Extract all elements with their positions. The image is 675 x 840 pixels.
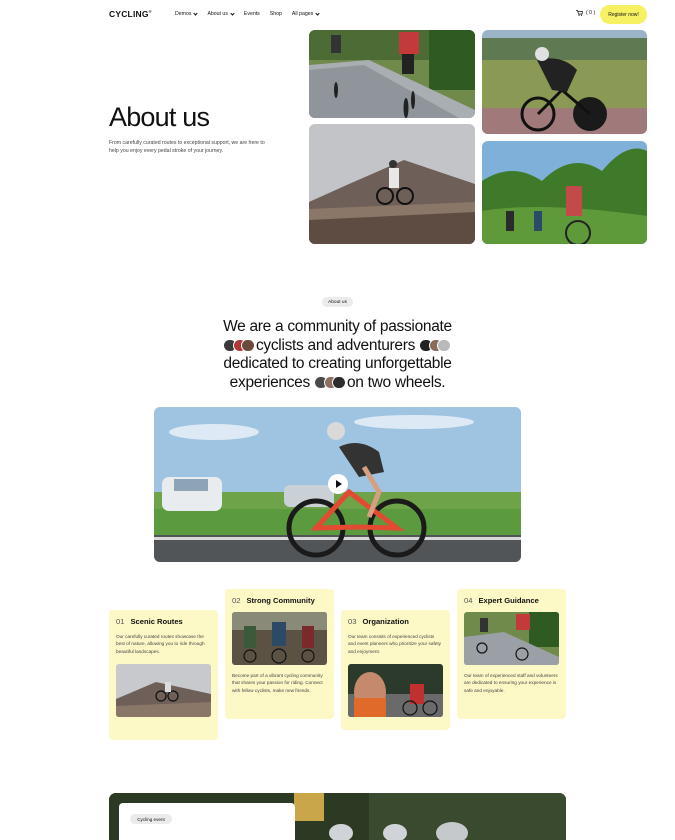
card-title: Expert Guidance	[478, 596, 539, 605]
avatar-pill	[313, 375, 346, 389]
feature-card-scenic-routes: 01 Scenic Routes Our carefully curated ro…	[109, 610, 218, 740]
card-title: Organization	[362, 617, 409, 626]
feature-card-expert-guidance: 04 Expert Guidance Our team of experience…	[457, 589, 566, 719]
nav-shop[interactable]: Shop	[270, 11, 282, 17]
photo-road-cyclists	[309, 30, 475, 118]
nav-all-pages[interactable]: All pages	[292, 10, 320, 17]
page-title: About us	[109, 102, 210, 132]
chevron-down-icon	[315, 10, 320, 16]
card-text: Our team of experienced staff and volunt…	[464, 673, 558, 693]
card-image	[348, 664, 443, 718]
main-nav: Demos About us Events Shop All pages	[175, 10, 320, 17]
cart-count: ( 0 )	[586, 10, 596, 16]
chevron-down-icon	[230, 10, 235, 16]
photo-mountain-cyclist	[309, 124, 475, 244]
chevron-down-icon	[193, 10, 199, 16]
card-number: 04	[464, 596, 473, 605]
card-title: Scenic Routes	[130, 617, 183, 626]
card-image	[464, 612, 559, 665]
nav-demos[interactable]: Demos	[175, 10, 199, 17]
card-number: 02	[232, 596, 241, 605]
mission-statement: We are a community of passionate cyclist…	[222, 318, 452, 391]
play-icon	[336, 480, 342, 488]
card-text: Our team consists of experienced cyclist…	[348, 634, 442, 654]
card-image	[232, 612, 327, 665]
card-title: Strong Community	[246, 596, 315, 605]
hero-description: From carefully curated routes to excepti…	[109, 140, 265, 154]
card-number: 03	[348, 617, 357, 626]
photo-tt-cyclist	[482, 30, 647, 134]
photo-group-cyclists	[482, 141, 647, 244]
play-button[interactable]	[328, 474, 348, 494]
about-badge: About us	[322, 297, 353, 307]
card-image	[116, 664, 211, 718]
avatar-pill	[419, 338, 452, 352]
register-button[interactable]: Register now!	[600, 5, 647, 24]
feature-card-strong-community: 02 Strong Community Become part of a vibr…	[225, 589, 334, 719]
cart-icon	[576, 10, 583, 16]
card-text: Become part of a vibrant cycling communi…	[232, 673, 323, 693]
feature-card-organization: 03 Organization Our team consists of expe…	[341, 610, 450, 730]
nav-about-us[interactable]: About us	[207, 10, 235, 17]
site-header: CYCLING® Demos About us Events Shop All …	[0, 0, 675, 30]
nav-events[interactable]: Events	[244, 11, 260, 17]
logo[interactable]: CYCLING®	[109, 9, 152, 19]
avatar-pill	[222, 338, 255, 352]
event-badge: Cycling event	[130, 814, 172, 824]
cart-button[interactable]: ( 0 )	[576, 10, 595, 16]
card-number: 01	[116, 617, 125, 626]
card-text: Our carefully curated routes showcase th…	[116, 634, 205, 654]
